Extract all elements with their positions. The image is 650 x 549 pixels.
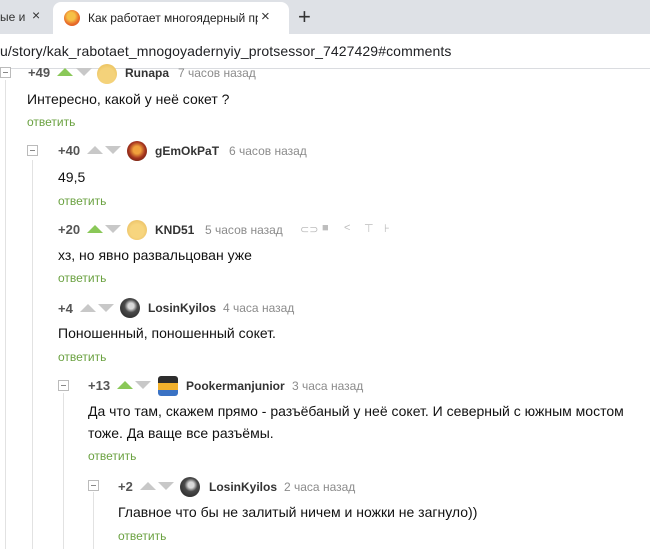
tab-close-icon[interactable]: ×	[261, 8, 270, 25]
downvote-icon[interactable]	[98, 304, 114, 312]
save-icon[interactable]: ■	[322, 222, 329, 234]
comment-text: Да что там, скажем прямо - разъёбаный у …	[88, 403, 624, 419]
user-avatar[interactable]	[127, 141, 147, 161]
comment-username[interactable]: LosinKyilos	[209, 480, 277, 494]
comment-time: 5 часов назад	[205, 223, 283, 237]
comment-rating: +40	[58, 143, 81, 158]
url-text[interactable]: u/story/kak_rabotaet_mnogoyadernyiy_prot…	[0, 43, 451, 59]
user-avatar[interactable]	[180, 477, 200, 497]
comment-username[interactable]: Pookermanjunior	[186, 379, 285, 393]
comment-time: 6 часов назад	[229, 144, 307, 158]
thread-line	[5, 80, 6, 549]
user-avatar[interactable]	[120, 298, 140, 318]
thread-line	[63, 393, 64, 549]
downvote-icon[interactable]	[76, 68, 92, 76]
downvote-icon[interactable]	[105, 225, 121, 233]
share-icon[interactable]: <	[344, 222, 350, 234]
reply-link[interactable]: ответить	[27, 115, 75, 129]
upvote-icon[interactable]	[140, 482, 156, 490]
pin-icon[interactable]: ⊤	[364, 222, 374, 235]
browser-tab-bar: ые и × Как работает многоядерный пр × +	[0, 0, 650, 34]
comment-time: 4 часа назад	[223, 301, 295, 315]
comment-time: 2 часа назад	[284, 480, 356, 494]
comment-username[interactable]: gEmOkPaT	[155, 144, 219, 158]
comment-username[interactable]: KND51	[155, 223, 194, 237]
thread-line	[93, 492, 94, 549]
tab-previous-close-icon[interactable]: ×	[32, 7, 40, 23]
user-avatar[interactable]	[127, 220, 147, 240]
comment-time: 7 часов назад	[178, 66, 256, 80]
upvote-icon[interactable]	[80, 304, 96, 312]
more-icon[interactable]: ⊦	[384, 222, 390, 235]
reply-link[interactable]: ответить	[118, 529, 166, 543]
upvote-icon[interactable]	[87, 225, 103, 233]
downvote-icon[interactable]	[105, 146, 121, 154]
upvote-icon[interactable]	[117, 381, 133, 389]
reply-link[interactable]: ответить	[58, 350, 106, 364]
reply-link[interactable]: ответить	[58, 271, 106, 285]
user-avatar[interactable]	[158, 376, 178, 396]
link-icon[interactable]: ⊂⊃	[300, 223, 318, 236]
comment-rating: +20	[58, 222, 81, 237]
collapse-button[interactable]	[0, 67, 11, 78]
user-avatar[interactable]	[97, 64, 117, 84]
comment-text: Интересно, какой у неё сокет ?	[27, 91, 230, 107]
upvote-icon[interactable]	[87, 146, 103, 154]
collapse-button[interactable]	[27, 145, 38, 156]
collapse-button[interactable]	[88, 480, 99, 491]
tab-active-title: Как работает многоядерный пр	[88, 11, 258, 25]
comment-text: 49,5	[58, 169, 86, 185]
address-bar[interactable]: u/story/kak_rabotaet_mnogoyadernyiy_prot…	[0, 34, 650, 69]
comment-rating: +13	[88, 378, 111, 393]
comment-rating: +49	[28, 65, 51, 80]
comment-rating: +2	[118, 479, 133, 494]
comment-username[interactable]: LosinKyilos	[148, 301, 216, 315]
downvote-icon[interactable]	[158, 482, 174, 490]
comment-rating: +4	[58, 301, 73, 316]
comment-text: Поношенный, поношенный сокет.	[58, 325, 276, 341]
new-tab-button[interactable]: +	[298, 4, 311, 30]
tab-previous-title: ые и	[0, 10, 26, 24]
downvote-icon[interactable]	[135, 381, 151, 389]
comment-username[interactable]: Runapa	[125, 66, 169, 80]
tab-active[interactable]: Как работает многоядерный пр ×	[53, 2, 289, 34]
tab-previous[interactable]: ые и ×	[0, 0, 48, 34]
upvote-icon[interactable]	[57, 68, 73, 76]
reply-link[interactable]: ответить	[58, 194, 106, 208]
thread-line	[32, 160, 33, 549]
comment-time: 3 часа назад	[292, 379, 364, 393]
pikabu-favicon-icon	[64, 10, 80, 26]
collapse-button[interactable]	[58, 380, 69, 391]
comment-text: Главное что бы не залитый ничем и ножки …	[118, 504, 478, 520]
reply-link[interactable]: ответить	[88, 449, 136, 463]
comment-text: хз, но явно развальцован уже	[58, 247, 252, 263]
comment-text: тоже. Да ваще все разъёмы.	[88, 425, 274, 441]
